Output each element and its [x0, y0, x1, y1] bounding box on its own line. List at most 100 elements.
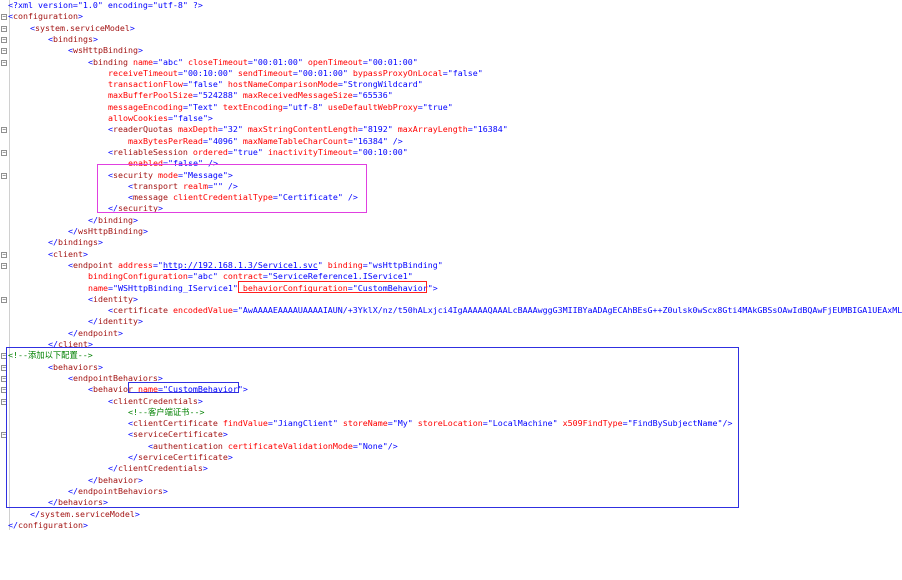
xml-tag-name: behavior	[93, 384, 133, 395]
code-line[interactable]: </clientCredentials>	[108, 463, 208, 474]
xml-token: ="	[177, 67, 188, 78]
code-line[interactable]: allowCookies="false">	[108, 113, 213, 124]
collapse-toggle-icon[interactable]	[1, 36, 7, 43]
code-line[interactable]: enabled="false" />	[128, 158, 218, 169]
xml-token: </	[48, 339, 58, 349]
code-line[interactable]: <message clientCredentialType="Certifica…	[128, 192, 358, 203]
collapse-toggle-icon[interactable]	[1, 25, 7, 32]
xml-token: </	[88, 214, 98, 225]
code-line[interactable]: </security>	[108, 203, 163, 214]
xml-tag-name: wsHttpBinding	[78, 226, 143, 236]
code-line[interactable]: <client>	[48, 249, 88, 260]
code-line[interactable]: </system.serviceModel>	[30, 509, 140, 520]
collapse-toggle-icon[interactable]	[1, 296, 7, 303]
code-line[interactable]: messageEncoding="Text" textEncoding="utf…	[108, 102, 453, 113]
collapse-toggle-icon[interactable]	[1, 364, 7, 371]
code-line[interactable]: <authentication certificateValidationMod…	[148, 441, 398, 452]
code-line[interactable]: </configuration>	[8, 520, 88, 531]
xml-token: ="	[387, 418, 398, 429]
code-line[interactable]: <behavior name="CustomBehavior">	[88, 384, 248, 395]
code-line[interactable]: <configuration>	[8, 11, 83, 22]
xml-token: ="	[217, 124, 228, 135]
collapse-toggle-icon[interactable]	[1, 251, 7, 258]
code-line[interactable]: </bindings>	[48, 237, 103, 248]
code-line[interactable]: </client>	[48, 339, 93, 350]
xml-comment: <!--添加以下配置-->	[8, 350, 93, 361]
code-line[interactable]: <transport realm="" />	[128, 181, 238, 192]
code-line[interactable]: <readerQuotas maxDepth="32" maxStringCon…	[108, 124, 508, 135]
code-line[interactable]: bindingConfiguration="abc" contract="Ser…	[88, 271, 413, 282]
collapse-toggle-icon[interactable]	[1, 48, 7, 55]
xml-token: ="	[232, 305, 243, 316]
xml-token: >	[137, 45, 143, 56]
code-line[interactable]: </endpointBehaviors>	[68, 486, 168, 497]
xml-token: ">	[237, 384, 248, 395]
code-line[interactable]: </endpoint>	[68, 328, 123, 339]
xml-token: </	[48, 497, 58, 508]
collapse-toggle-icon[interactable]	[1, 387, 7, 394]
code-line[interactable]: </binding>	[88, 215, 138, 226]
xml-attribute-name: realm	[177, 180, 208, 191]
code-line[interactable]: <identity>	[88, 294, 138, 305]
code-line[interactable]: maxBufferPoolSize="524288" maxReceivedMe…	[108, 90, 393, 101]
code-line[interactable]: <?xml version="1.0" encoding="utf-8" ?>	[8, 0, 203, 11]
xml-token: "	[402, 146, 408, 157]
xml-tag-name: client	[53, 248, 83, 259]
xml-token: >	[162, 485, 168, 496]
code-line[interactable]: name="WSHttpBinding_IService1" behaviorC…	[88, 283, 438, 294]
code-line[interactable]: <reliableSession ordered="true" inactivi…	[108, 147, 408, 158]
code-line[interactable]: </identity>	[88, 316, 143, 327]
code-line[interactable]: <!--添加以下配置-->	[8, 350, 93, 361]
code-line[interactable]: <clientCertificate findValue="JiangClien…	[128, 418, 733, 429]
xml-attribute-name: maxStringContentLength	[242, 124, 358, 135]
xml-token: CustomBehavior	[357, 282, 428, 293]
code-line[interactable]: <system.serviceModel>	[30, 23, 135, 34]
collapse-toggle-icon[interactable]	[1, 375, 7, 382]
code-line[interactable]: <certificate encodedValue="AwAAAAEAAAAUA…	[108, 305, 902, 316]
xml-attribute-name: name	[88, 282, 108, 293]
xml-token: ="	[152, 259, 163, 270]
collapse-toggle-icon[interactable]	[1, 432, 7, 439]
code-line[interactable]: <wsHttpBinding>	[68, 45, 143, 56]
code-line[interactable]: receiveTimeout="00:10:00" sendTimeout="0…	[108, 68, 483, 79]
collapse-toggle-icon[interactable]	[1, 59, 7, 66]
xml-token: "	[417, 79, 423, 90]
code-line[interactable]: </behaviors>	[48, 497, 108, 508]
xml-token: "	[447, 101, 453, 112]
code-line[interactable]: </behavior>	[88, 475, 143, 486]
code-line[interactable]: <!--客户端证书-->	[128, 407, 204, 418]
xml-token: >	[97, 361, 103, 372]
xml-token: ="	[187, 271, 198, 282]
code-line[interactable]: <behaviors>	[48, 362, 103, 373]
xml-token: ="	[622, 418, 633, 429]
xml-token[interactable]: http://192.168.1.3/Service1.svc	[163, 260, 318, 270]
xml-attribute-name: findValue	[217, 418, 268, 429]
code-line[interactable]: </wsHttpBinding>	[68, 226, 148, 237]
collapse-toggle-icon[interactable]	[1, 14, 7, 21]
xml-token: >	[102, 497, 108, 508]
code-line[interactable]: <bindings>	[48, 34, 98, 45]
collapse-toggle-icon[interactable]	[1, 127, 7, 134]
xml-token: " />	[382, 135, 403, 146]
collapse-toggle-icon[interactable]	[1, 262, 7, 269]
collapse-toggle-icon[interactable]	[1, 172, 7, 179]
code-line[interactable]: <clientCredentials>	[108, 396, 203, 407]
code-line[interactable]: transactionFlow="false" hostNameComparis…	[108, 79, 423, 90]
collapse-toggle-icon[interactable]	[1, 149, 7, 156]
xml-tag-name: security	[113, 169, 153, 180]
code-line[interactable]: <endpoint address="http://192.168.1.3/Se…	[68, 260, 443, 271]
xml-code-editor[interactable]: <?xml version="1.0" encoding="utf-8" ?><…	[0, 0, 902, 580]
code-line[interactable]: <endpointBehaviors>	[68, 373, 163, 384]
xml-tag-name: clientCertificate	[133, 418, 218, 429]
collapse-toggle-icon[interactable]	[1, 353, 7, 360]
code-line[interactable]: maxBytesPerRead="4096" maxNameTableCharC…	[128, 136, 403, 147]
xml-attribute-name: enabled	[128, 158, 163, 169]
xml-attribute-name: transactionFlow	[108, 79, 183, 90]
xml-token: WSHttpBinding_IService1	[117, 282, 233, 293]
xml-attribute-name: address	[112, 259, 153, 270]
collapse-toggle-icon[interactable]	[1, 398, 7, 405]
code-line[interactable]: </serviceCertificate>	[128, 452, 233, 463]
code-line[interactable]: <serviceCertificate>	[128, 429, 228, 440]
code-line[interactable]: <security mode="Message">	[108, 170, 233, 181]
code-line[interactable]: <binding name="abc" closeTimeout="00:01:…	[88, 57, 418, 68]
